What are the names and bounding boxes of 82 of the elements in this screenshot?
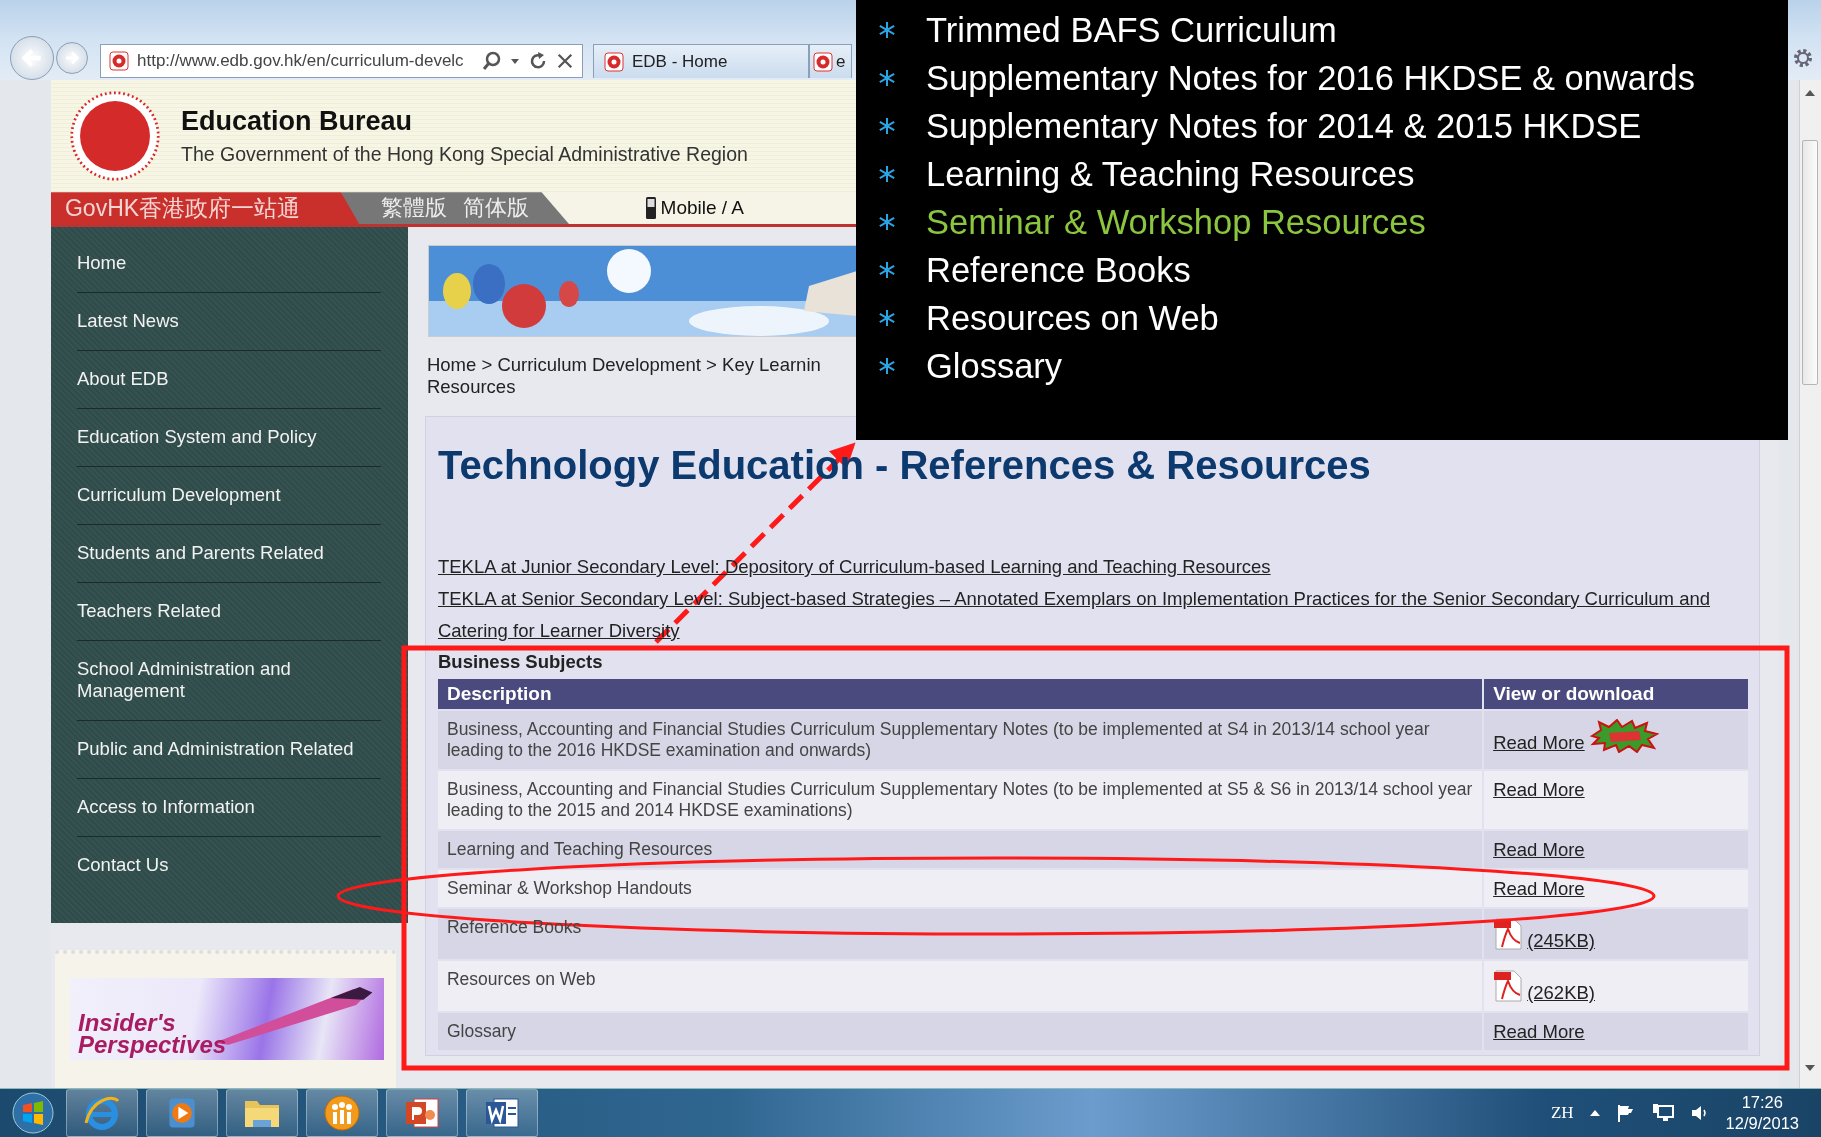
sidebar-item[interactable]: Education System and Policy [76,409,381,467]
column-header: View or download [1484,679,1748,709]
overlay-item: Trimmed BAFS Curriculum [926,10,1337,50]
pdf-icon [1493,917,1524,951]
search-icon[interactable] [482,51,502,71]
asterisk-icon [878,309,896,327]
asterisk-icon [878,213,896,231]
table-cell: Learning and Teaching Resources [437,831,1485,868]
favicon-icon [604,51,624,72]
table-cell: Business, Accounting and Financial Studies Curriculum Supplementary Notes (to be implemented at S4 in 2013/14 school year leading to the 2016 HKDSE examination and onwards) [437,711,1485,769]
favicon-icon [813,51,833,72]
table-cell: Seminar & Workshop Handouts [437,870,1485,907]
language-link[interactable]: 简体版 [462,193,529,224]
table-cell: Business, Accounting and Financial Studies Curriculum Supplementary Notes (to be implemented at S5 & S6 in 2013/14 school year leading to the 2015 and 2014 HKDSE examinations) [437,771,1485,829]
overlay-item: Resources on Web [926,298,1219,338]
column-header: Description [437,679,1485,709]
tray-expand-icon[interactable] [1589,1110,1600,1116]
overlay-item: Learning & Teaching Resources [926,154,1415,194]
read-more-link[interactable]: Read More [1493,732,1585,753]
clock-time: 17:26 [1741,1092,1783,1113]
asterisk-icon [878,261,896,279]
overlay-item: Glossary [926,346,1063,386]
overlay-item: Seminar & Workshop Resources [926,202,1426,242]
resource-link[interactable]: TEKLA at Junior Secondary Level: Depository of Curriculum-based Learning and Teaching Resources [437,551,1271,583]
sidebar-item[interactable]: Home [76,235,381,293]
dropdown-caret-icon[interactable] [510,56,520,66]
sidebar-item[interactable]: Access to Information [76,779,381,837]
scroll-down-icon[interactable] [1805,1065,1815,1071]
scroll-thumb[interactable] [1802,140,1818,385]
address-field[interactable]: http://www.edb.gov.hk/en/curriculum-develc [100,44,583,78]
asterisk-icon [878,21,896,39]
language-link[interactable]: 繁體版 [380,193,447,224]
read-more-link[interactable]: Read More [1493,878,1585,899]
table-cell: Resources on Web [437,961,1485,1011]
sidebar-item[interactable]: Public and Administration Related [76,721,381,779]
mobile-link[interactable]: Mobile / A [660,197,744,220]
sidebar-item[interactable]: Teachers Related [76,583,381,641]
people-icon[interactable] [322,1093,362,1133]
overlay-item: Supplementary Notes for 2016 HKDSE & onwards [926,58,1695,98]
read-more-link[interactable]: Read More [1493,839,1585,860]
pdf-icon [1493,969,1524,1003]
asterisk-icon [878,165,896,183]
read-more-link[interactable]: Read More [1493,1021,1585,1042]
promo-banner[interactable]: Insider's Perspectives [69,978,384,1060]
asterisk-icon [878,69,896,87]
scroll-up-icon[interactable] [1805,90,1815,96]
pdf-download-link[interactable]: (245KB) [1527,930,1595,951]
overlay-item: Supplementary Notes for 2014 & 2015 HKDSE [926,106,1642,146]
starburst-icon [1588,719,1659,753]
browser-tab[interactable]: EDB - Home [593,44,809,78]
refresh-icon[interactable] [528,51,548,71]
flag-icon[interactable] [1615,1103,1636,1123]
page-title: Technology Education - References & Resources [437,442,1372,489]
pdf-download-link[interactable]: (262KB) [1527,982,1595,1003]
mobile-phone-icon [644,196,657,221]
table-cell: Glossary [437,1013,1485,1050]
asterisk-icon [878,357,896,375]
favicon-icon [109,51,129,71]
site-subtitle: The Government of the Hong Kong Special Administrative Region [180,143,748,167]
sidebar-item[interactable]: Contact Us [76,837,381,894]
network-icon[interactable] [1651,1103,1674,1123]
browser-tab[interactable]: e [809,44,852,78]
clock[interactable]: 17:26 12/9/2013 [1725,1092,1799,1134]
settings-icon[interactable] [1791,46,1815,70]
language-indicator[interactable]: ZH [1550,1103,1574,1123]
read-more-link[interactable]: Read More [1493,779,1585,800]
sidebar-item[interactable]: Curriculum Development [76,467,381,525]
banner-text: Insider's Perspectives [77,1012,228,1056]
breadcrumb-text: Resources [426,376,516,398]
breadcrumb-text: Home > Curriculum Development > Key Learnin [426,354,821,376]
overlay-item: Reference Books [926,250,1191,290]
sidebar-item[interactable]: About EDB [76,351,381,409]
section-heading: Business Subjects [437,650,603,674]
sidebar-item[interactable]: Students and Parents Related [76,525,381,583]
asterisk-icon [878,117,896,135]
scrollbar[interactable] [1799,80,1821,1088]
sidebar-item[interactable]: Latest News [76,293,381,351]
sidebar-item[interactable]: School Administration and Management [76,641,381,721]
close-icon[interactable] [556,52,574,70]
forward-arrow-icon [63,49,81,67]
clock-date: 12/9/2013 [1725,1113,1799,1134]
site-title: Education Bureau [180,106,413,138]
